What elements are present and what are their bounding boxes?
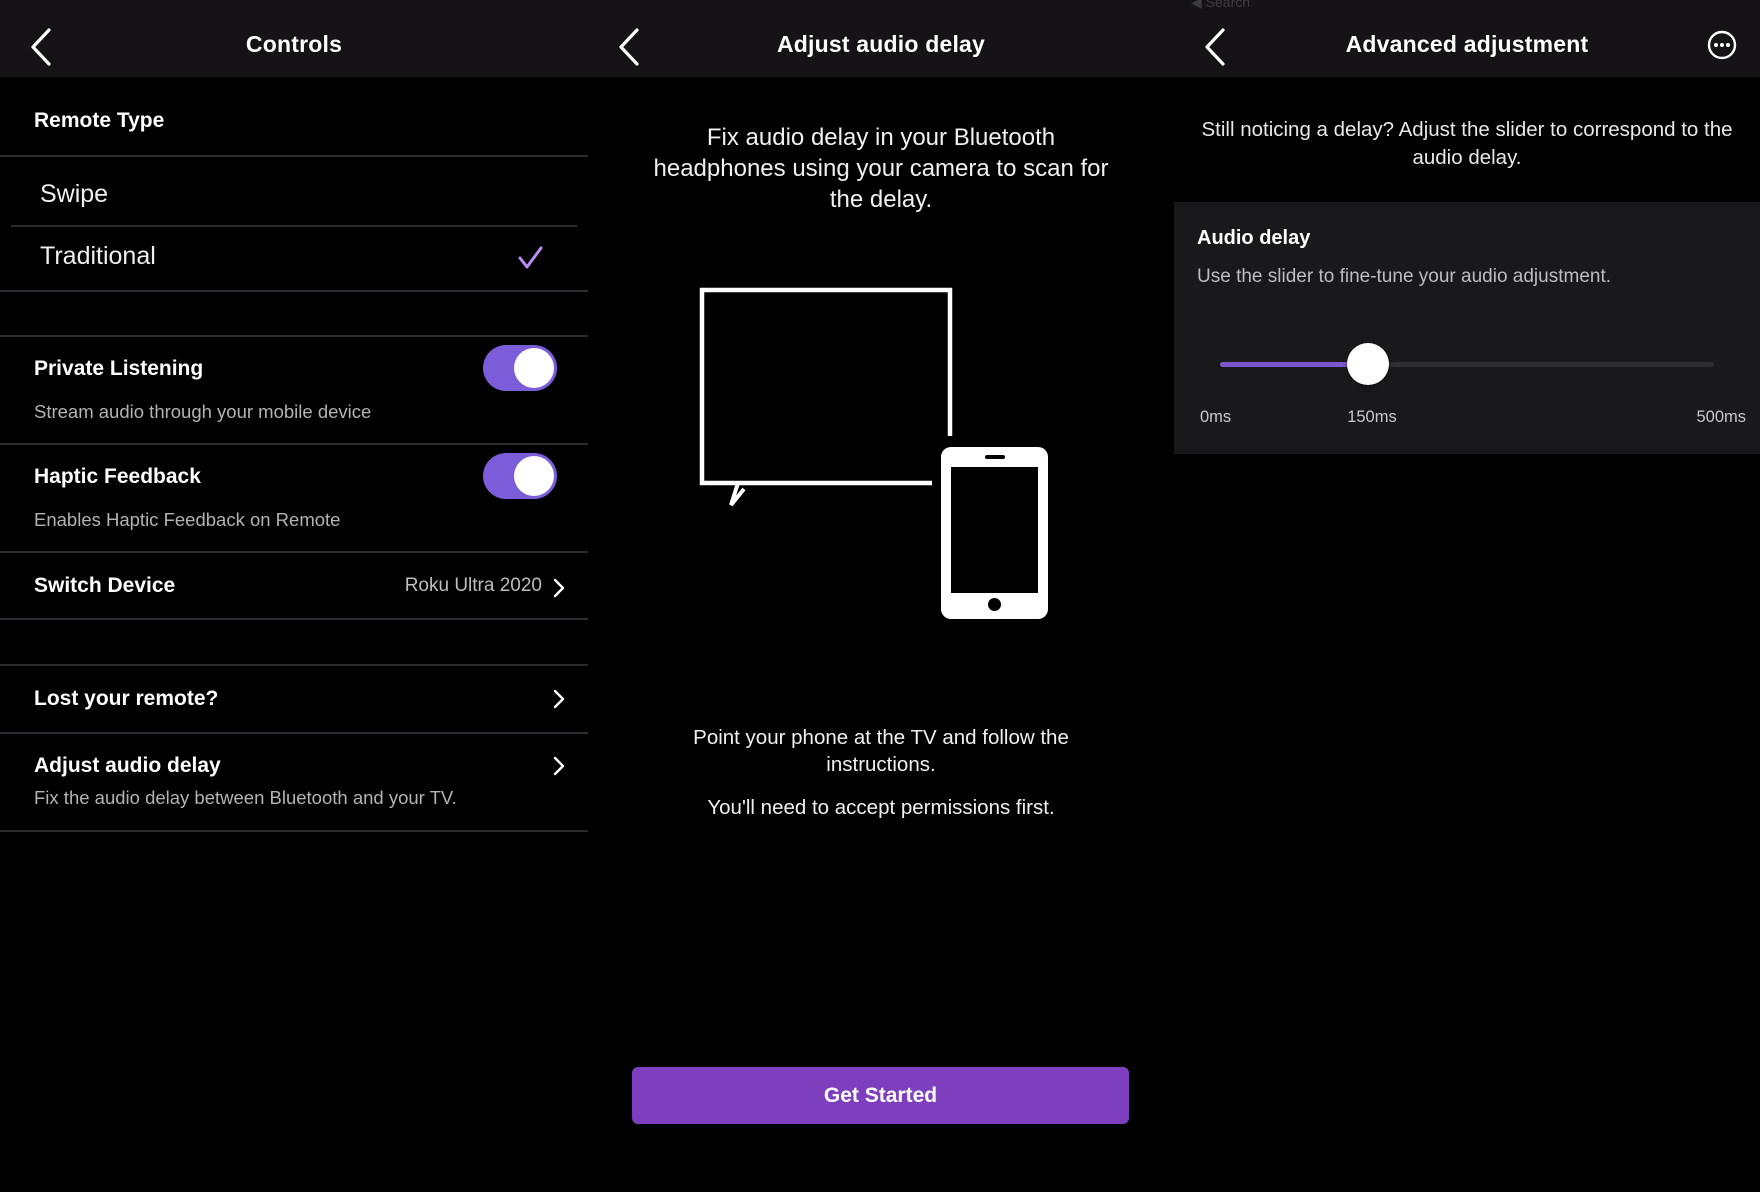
controls-panel: Controls Remote Type Swipe Traditional P… [0,0,588,1192]
remote-type-heading: Remote Type [34,109,165,132]
tv-phone-illustration [699,287,1048,619]
switch-device-value: Roku Ultra 2020 [404,575,542,596]
remote-option-swipe[interactable]: Swipe [40,180,108,209]
slider-fill [1220,362,1369,367]
audio-delay-slider-thumb[interactable] [1347,343,1390,385]
slider-value-label: 150ms [1347,408,1397,426]
page-title: Adjust audio delay [776,31,986,57]
lost-remote-title: Lost your remote? [34,687,219,710]
chevron-right-icon [553,689,565,709]
divider [0,335,588,337]
toggle-knob [514,456,554,496]
chevron-right-icon [553,578,565,598]
status-back-label[interactable]: ◀ Search [1191,0,1250,11]
haptic-feedback-title: Haptic Feedback [34,465,201,488]
adjust-audio-delay-title: Adjust audio delay [34,754,221,777]
adjust-audio-delay-subtitle: Fix the audio delay between Bluetooth an… [34,787,457,808]
more-options-icon[interactable] [1706,29,1738,61]
divider [11,225,577,227]
slider-max-label: 500ms [1696,408,1746,426]
checkmark-icon [518,246,543,269]
private-listening-subtitle: Stream audio through your mobile device [34,401,372,422]
audio-delay-slider-track[interactable] [1220,362,1714,367]
get-started-button[interactable]: Get Started [632,1067,1129,1124]
top-bar: Adjust audio delay [588,0,1174,77]
audio-delay-card: Audio delay Use the slider to fine-tune … [1174,202,1760,454]
divider [0,830,588,832]
divider [0,443,588,445]
top-bar: ◀ Search Advanced adjustment [1174,0,1760,77]
divider [0,290,588,292]
top-bar: Controls [0,0,588,77]
audio-delay-panel: Adjust audio delay Fix audio delay in yo… [588,0,1174,1192]
permissions-text: You'll need to accept permissions first. [707,796,1055,819]
divider [0,618,588,620]
haptic-feedback-subtitle: Enables Haptic Feedback on Remote [34,509,341,530]
adjust-audio-delay-row[interactable]: Adjust audio delay Fix the audio delay b… [0,734,588,830]
page-title: Controls [245,31,343,57]
haptic-feedback-toggle[interactable] [483,453,557,499]
remote-option-traditional[interactable]: Traditional [40,242,156,271]
switch-device-row[interactable]: Switch Device Roku Ultra 2020 [0,553,588,618]
intro-text: Fix audio delay in your Bluetooth headph… [653,124,1109,213]
toggle-knob [514,348,554,388]
page-title: Advanced adjustment [1345,31,1589,57]
instruction-text: Point your phone at the TV and follow th… [693,726,1069,776]
advanced-adjustment-panel: ◀ Search Advanced adjustment Still notic… [1174,0,1760,1192]
card-subtitle: Use the slider to fine-tune your audio a… [1197,266,1612,287]
chevron-right-icon [553,756,565,776]
private-listening-toggle[interactable] [483,345,557,391]
notice-text: Still noticing a delay? Adjust the slide… [1201,118,1733,169]
lost-remote-row[interactable]: Lost your remote? [0,666,588,732]
tv-icon [699,287,953,507]
card-title: Audio delay [1197,227,1311,249]
divider [0,155,588,157]
phone-icon [941,447,1048,619]
slider-min-label: 0ms [1200,408,1232,426]
switch-device-title: Switch Device [34,574,176,597]
private-listening-title: Private Listening [34,357,204,380]
